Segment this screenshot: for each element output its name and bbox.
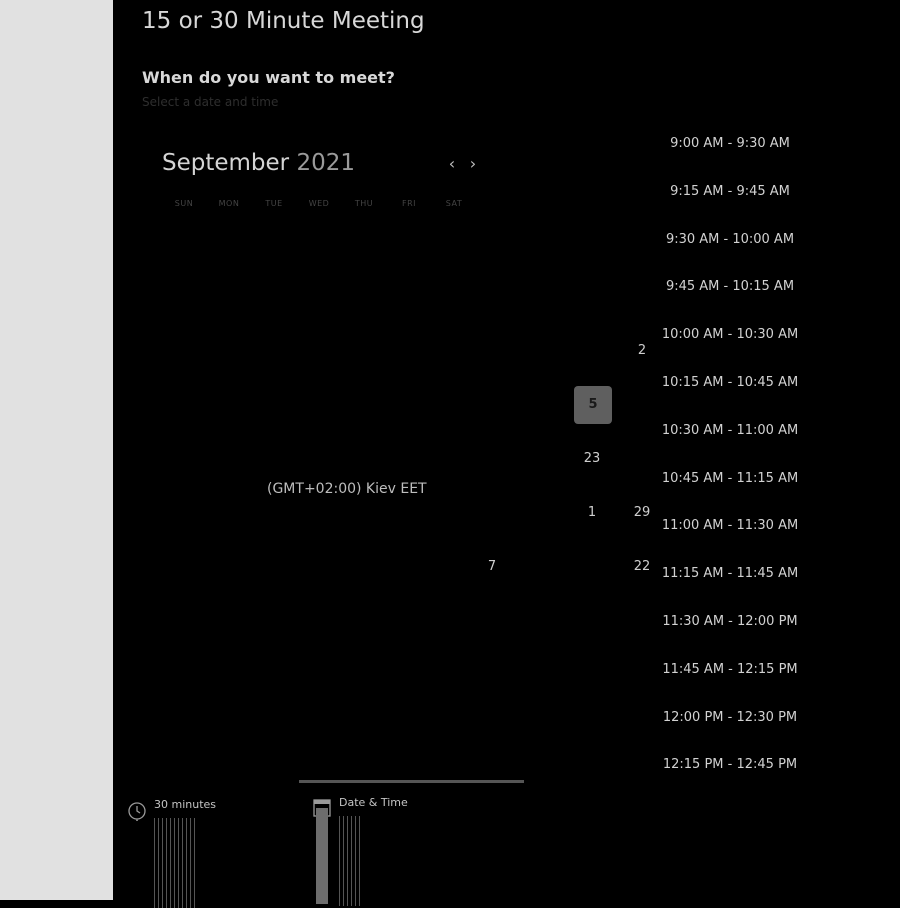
timezone-selector[interactable]: (GMT+02:00) Kiev EET [267,481,427,497]
chevron-right-icon: › [469,154,477,173]
time-slot[interactable]: 9:30 AM - 10:00 AM [653,216,807,264]
time-slot[interactable]: 9:00 AM - 9:30 AM [653,120,807,168]
calendar-icon [313,799,331,904]
time-slot[interactable]: 11:15 AM - 11:45 AM [653,550,807,598]
weekday-sat: SAT [445,199,463,208]
weekday-wed: WED [308,199,330,208]
time-slot[interactable]: 12:00 PM - 12:30 PM [653,694,807,742]
time-slot-list: 9:00 AM - 9:30 AM 9:15 AM - 9:45 AM 9:30… [653,120,807,789]
calendar-day[interactable]: 23 [573,440,611,478]
time-slot[interactable]: 9:15 AM - 9:45 AM [653,168,807,216]
left-gutter [0,0,113,900]
step-progress-marks [339,816,360,906]
weekday-mon: MON [218,199,240,208]
time-slot[interactable]: 12:15 PM - 12:45 PM [653,741,807,789]
time-slot[interactable]: 11:00 AM - 11:30 AM [653,502,807,550]
time-slot[interactable]: 10:30 AM - 11:00 AM [653,407,807,455]
time-slot[interactable]: 11:30 AM - 12:00 PM [653,598,807,646]
weekday-thu: THU [354,199,374,208]
time-slot[interactable]: 10:00 AM - 10:30 AM [653,311,807,359]
prev-month-button[interactable]: ‹ [443,153,461,175]
calendar-day-selected[interactable]: 5 [574,386,612,424]
step-label: 30 minutes [154,798,217,811]
section-instruction: Select a date and time [142,95,279,109]
page-title: 15 or 30 Minute Meeting [142,8,425,34]
time-slot[interactable]: 10:45 AM - 11:15 AM [653,455,807,503]
month-name: September [162,150,290,176]
clock-icon [128,802,146,821]
weekday-fri: FRI [401,199,417,208]
chevron-left-icon: ‹ [448,154,456,173]
weekday-sun: SUN [174,199,194,208]
time-slot[interactable]: 11:45 AM - 12:15 PM [653,646,807,694]
step-label: Date & Time [339,796,408,809]
time-slot[interactable]: 9:45 AM - 10:15 AM [653,263,807,311]
step-progress-bar [299,780,524,783]
calendar-month-label: September 2021 [162,150,355,176]
calendar-day[interactable]: 1 [573,494,611,532]
calendar-day[interactable]: 7 [473,548,511,586]
weekday-tue: TUE [265,199,283,208]
year-label: 2021 [296,150,355,176]
scheduler-panel: 15 or 30 Minute Meeting When do you want… [113,0,900,908]
time-slot[interactable]: 10:15 AM - 10:45 AM [653,359,807,407]
step-progress-marks [154,818,195,908]
next-month-button[interactable]: › [464,153,482,175]
section-heading: When do you want to meet? [142,68,395,87]
